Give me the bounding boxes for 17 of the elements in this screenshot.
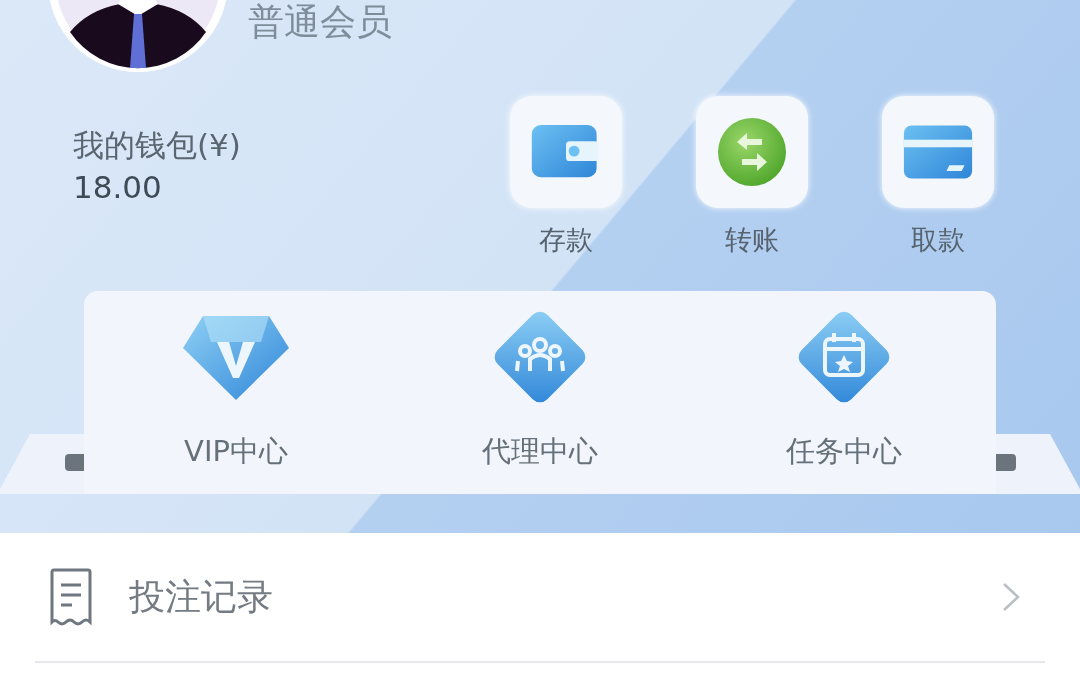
action-label[interactable]: 转账: [725, 222, 779, 258]
center-label[interactable]: 代理中心: [482, 431, 598, 471]
member-level: 普通会员: [248, 0, 392, 44]
center-label[interactable]: VIP中心: [184, 431, 288, 471]
action-button[interactable]: [510, 96, 622, 208]
action-button[interactable]: [882, 96, 994, 208]
center-label[interactable]: 任务中心: [786, 431, 902, 471]
action-label[interactable]: 取款: [911, 222, 965, 258]
card-icon: [902, 123, 974, 181]
menu-item[interactable]: 投注记录: [35, 533, 1045, 663]
exchange-icon: [717, 117, 787, 187]
chevron-icon: [1002, 582, 1020, 612]
action-label[interactable]: 存款: [539, 222, 593, 258]
wallet-balance: 18.00: [73, 168, 163, 207]
wallet-label: 我的钱包(¥): [73, 126, 241, 165]
action-button[interactable]: [696, 96, 808, 208]
receipt-icon: [48, 568, 94, 626]
